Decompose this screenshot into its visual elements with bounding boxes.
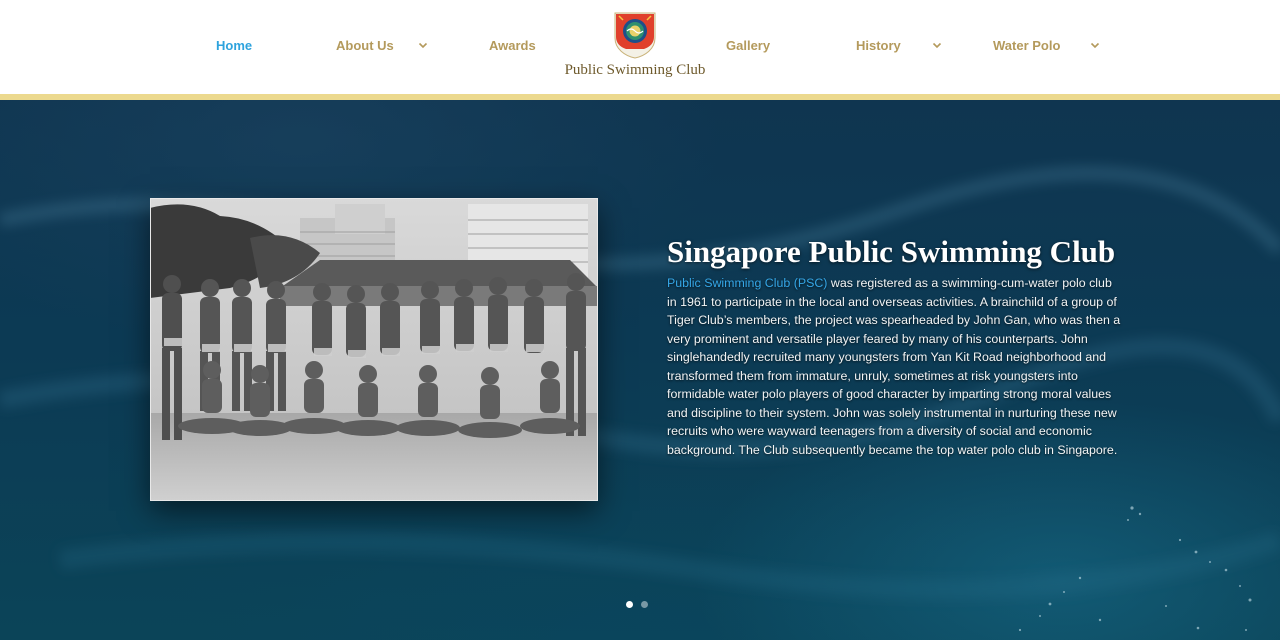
site-logo[interactable]: Public Swimming Club — [560, 12, 710, 82]
slider-dot-1[interactable] — [626, 601, 633, 608]
hero-description: Public Swimming Club (PSC) was registere… — [667, 274, 1149, 459]
site-header: Home About Us Awards Public Swimming Clu… — [0, 0, 1280, 94]
hero-title: Singapore Public Swimming Club — [667, 234, 1116, 269]
chevron-down-icon[interactable] — [1088, 38, 1102, 52]
hero-text-line: formidable water polo players of good ch… — [667, 387, 1112, 401]
team-photo-image[interactable] — [150, 198, 598, 501]
nav-home[interactable]: Home — [216, 36, 252, 54]
nav-history[interactable]: History — [856, 36, 901, 54]
slider-dot-2[interactable] — [641, 601, 648, 608]
chevron-down-icon[interactable] — [930, 38, 944, 52]
nav-gallery[interactable]: Gallery — [726, 36, 770, 54]
logo-text: Public Swimming Club — [564, 62, 706, 78]
nav-about-us[interactable]: About Us — [336, 36, 394, 54]
hero-slider: Singapore Public Swimming Club Public Sw… — [0, 100, 1280, 640]
hero-text-line: transformed them from immature, unruly, … — [667, 368, 1078, 383]
hero-text-line: recruits who were wayward teenagers from… — [667, 424, 1092, 438]
hero-text-line: in 1961 to participate in the local and … — [667, 294, 1117, 309]
nav-water-polo[interactable]: Water Polo — [993, 36, 1060, 54]
hero-text-line: background. The Club subsequently became… — [667, 442, 1118, 457]
slider-pagination — [626, 601, 648, 609]
hero-text-line: and discipline to their system. John was… — [667, 405, 1117, 420]
hero-text-line: singlehandedly recruited many youngsters… — [667, 350, 1106, 364]
hero-text-line: Tiger Club’s members, the project was sp… — [667, 313, 1121, 327]
nav-awards[interactable]: Awards — [489, 36, 536, 54]
hero-text-line: was registered as a swimming-cum-water p… — [827, 276, 1112, 290]
psc-link[interactable]: Public Swimming Club (PSC) — [667, 276, 827, 290]
chevron-down-icon[interactable] — [416, 38, 430, 52]
club-crest-icon — [614, 12, 656, 59]
hero-text-line: very prominent and versatile player fear… — [667, 331, 1088, 346]
